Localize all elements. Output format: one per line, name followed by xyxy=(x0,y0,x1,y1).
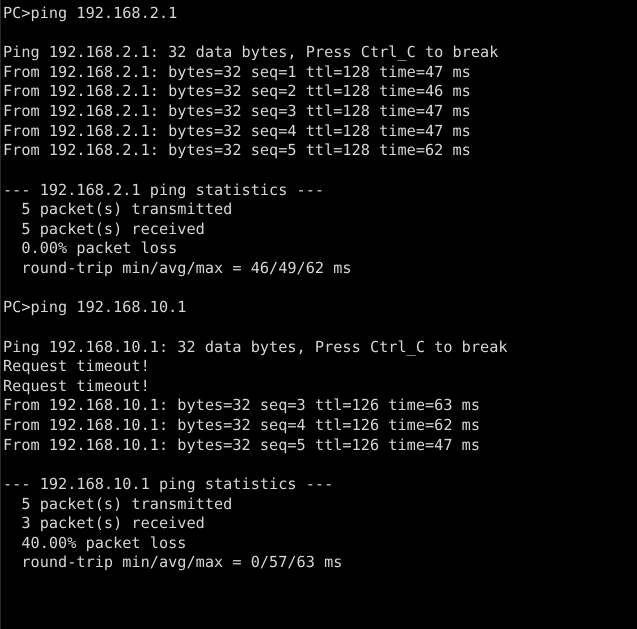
console-line: Ping 192.168.2.1: 32 data bytes, Press C… xyxy=(3,43,499,62)
console-line: From 192.168.10.1: bytes=32 seq=3 ttl=12… xyxy=(3,396,481,415)
console-line: 5 packet(s) transmitted xyxy=(3,200,233,219)
console-line: Ping 192.168.10.1: 32 data bytes, Press … xyxy=(3,337,508,356)
console-line: From 192.168.10.1: bytes=32 seq=4 ttl=12… xyxy=(3,416,481,435)
console-line: PC>ping 192.168.10.1 xyxy=(3,298,187,317)
console-line: PC>ping 192.168.2.1 xyxy=(3,4,178,22)
console-line: 0.00% packet loss xyxy=(3,239,178,258)
console-line: --- 192.168.10.1 ping statistics --- xyxy=(3,474,334,493)
console-line: From 192.168.2.1: bytes=32 seq=4 ttl=128… xyxy=(3,121,471,140)
console-line: From 192.168.2.1: bytes=32 seq=1 ttl=128… xyxy=(3,62,471,81)
console-line: Request timeout! xyxy=(3,376,150,395)
console-line: 5 packet(s) transmitted xyxy=(3,494,233,513)
console-line: round-trip min/avg/max = 0/57/63 ms xyxy=(3,553,343,572)
console-line: From 192.168.2.1: bytes=32 seq=2 ttl=128… xyxy=(3,82,471,101)
console-line: --- 192.168.2.1 ping statistics --- xyxy=(3,180,325,199)
console-line: From 192.168.2.1: bytes=32 seq=3 ttl=128… xyxy=(3,102,471,121)
console-line: Request timeout! xyxy=(3,357,150,376)
console-line: From 192.168.2.1: bytes=32 seq=5 ttl=128… xyxy=(3,141,471,160)
console-line: 3 packet(s) received xyxy=(3,514,205,533)
terminal-window[interactable]: PC>ping 192.168.2.1 Ping 192.168.2.1: 32 … xyxy=(0,0,637,629)
console-line: 5 packet(s) received xyxy=(3,219,205,238)
console-line: round-trip min/avg/max = 46/49/62 ms xyxy=(3,259,352,278)
console-line: 40.00% packet loss xyxy=(3,533,187,552)
console-line: From 192.168.10.1: bytes=32 seq=5 ttl=12… xyxy=(3,435,481,454)
console-output[interactable]: PC>ping 192.168.2.1 Ping 192.168.2.1: 32 … xyxy=(3,4,637,573)
